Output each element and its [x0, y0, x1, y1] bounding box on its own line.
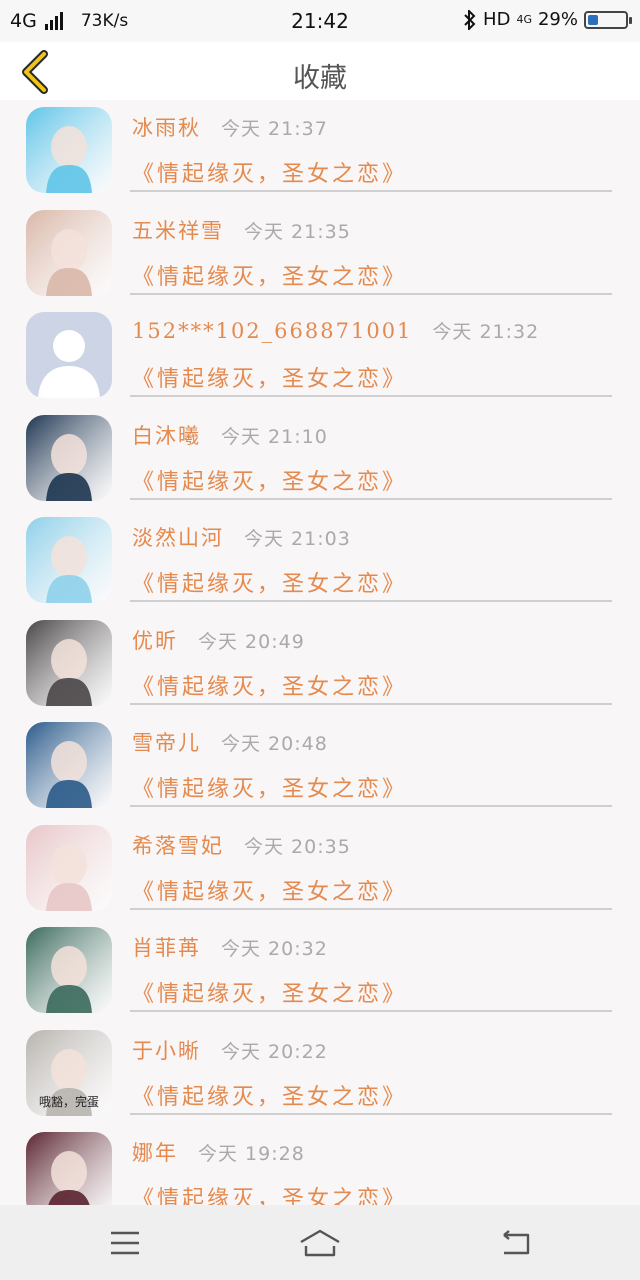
battery-icon — [584, 10, 632, 29]
favorites-list[interactable]: 冰雨秋 今天 21:37 《情起缘灭，圣女之恋》 五米祥雪 今天 21:35 《情起缘灭，… — [0, 100, 640, 1205]
avatar[interactable]: 哦豁，完蛋 — [26, 1029, 112, 1116]
user-name: 淡然山河 今天 21:03 — [132, 522, 351, 552]
avatar[interactable] — [26, 107, 112, 193]
status-bar: 4G 73K/s 21:42 HD 4G 29% — [0, 0, 640, 42]
avatar[interactable] — [26, 927, 112, 1013]
user-name-text: 152***102_668871001 — [132, 319, 413, 343]
user-name: 优昕 今天 20:49 — [132, 625, 305, 655]
favorite-title[interactable]: 《情起缘灭，圣女之恋》 — [132, 1079, 407, 1111]
list-item[interactable]: 优昕 今天 20:49 《情起缘灭，圣女之恋》 — [0, 613, 640, 716]
favorite-title[interactable]: 《情起缘灭，圣女之恋》 — [132, 566, 407, 598]
menu-button[interactable] — [103, 1225, 147, 1261]
user-name: 娜年 今天 19:28 — [132, 1137, 305, 1167]
avatar[interactable] — [26, 517, 112, 603]
favorite-time: 今天 19:28 — [198, 1143, 305, 1165]
favorite-title[interactable]: 《情起缘灭，圣女之恋》 — [132, 874, 407, 906]
list-item[interactable]: 淡然山河 今天 21:03 《情起缘灭，圣女之恋》 — [0, 510, 640, 613]
back-nav-button[interactable] — [493, 1225, 537, 1261]
favorite-time: 今天 21:10 — [221, 425, 328, 448]
favorite-time: 今天 21:35 — [244, 220, 351, 243]
list-item[interactable]: 冰雨秋 今天 21:37 《情起缘灭，圣女之恋》 — [0, 100, 640, 203]
avatar[interactable] — [26, 414, 112, 501]
home-button[interactable] — [298, 1225, 342, 1261]
favorite-time: 今天 20:35 — [244, 835, 351, 858]
divider — [130, 292, 612, 295]
user-name-text: 优昕 — [132, 628, 178, 653]
favorite-title[interactable]: 《情起缘灭，圣女之恋》 — [132, 156, 407, 188]
back-arrow-icon — [503, 1230, 530, 1255]
list-item[interactable]: 希落雪妃 今天 20:35 《情起缘灭，圣女之恋》 — [0, 818, 640, 921]
navigation-bar — [0, 1205, 640, 1280]
user-name-text: 希落雪妃 — [132, 833, 224, 858]
list-item[interactable]: 娜年 今天 19:28 《情起缘灭，圣女之恋》 — [0, 1125, 640, 1205]
user-name: 于小晰 今天 20:22 — [132, 1035, 328, 1065]
list-item[interactable]: 雪帝儿 今天 20:48 《情起缘灭，圣女之恋》 — [0, 715, 640, 818]
user-name: 雪帝儿 今天 20:48 — [132, 727, 328, 757]
avatar[interactable] — [26, 312, 112, 398]
divider — [130, 1112, 612, 1115]
avatar-caption: 哦豁，完蛋 — [38, 1094, 99, 1109]
favorite-time: 今天 20:49 — [198, 630, 305, 653]
avatar[interactable] — [26, 722, 112, 808]
divider — [130, 395, 612, 397]
user-name-text: 于小晰 — [132, 1038, 201, 1063]
list-item[interactable]: 哦豁，完蛋 于小晰 今天 20:22 《情起缘灭，圣女之恋》 — [0, 1023, 640, 1126]
user-name-text: 娜年 — [132, 1141, 178, 1165]
favorite-title[interactable]: 《情起缘灭，圣女之恋》 — [132, 669, 407, 701]
user-name-text: 冰雨秋 — [132, 116, 201, 140]
user-name-text: 淡然山河 — [132, 526, 224, 550]
favorite-title[interactable]: 《情起缘灭，圣女之恋》 — [132, 259, 407, 291]
user-name: 肖菲苒 今天 20:32 — [132, 932, 328, 962]
divider — [130, 497, 612, 500]
divider — [130, 702, 612, 705]
network-small-label: 4G — [516, 13, 532, 26]
user-name-text: 五米祥雪 — [132, 218, 224, 243]
favorite-time: 今天 21:03 — [244, 528, 351, 550]
favorite-title[interactable]: 《情起缘灭，圣女之恋》 — [132, 1181, 407, 1205]
favorite-time: 今天 21:37 — [221, 118, 328, 140]
divider — [130, 805, 612, 807]
header: 收藏 — [0, 42, 640, 100]
favorite-time: 今天 20:32 — [221, 938, 328, 960]
list-item[interactable]: 白沐曦 今天 21:10 《情起缘灭，圣女之恋》 — [0, 408, 640, 511]
user-name: 152***102_668871001 今天 21:32 — [132, 317, 539, 344]
list-item[interactable]: 肖菲苒 今天 20:32 《情起缘灭，圣女之恋》 — [0, 920, 640, 1023]
user-name: 希落雪妃 今天 20:35 — [132, 830, 351, 860]
user-name-text: 白沐曦 — [132, 423, 201, 448]
avatar[interactable] — [26, 209, 112, 296]
avatar[interactable] — [26, 1132, 112, 1205]
favorite-title[interactable]: 《情起缘灭，圣女之恋》 — [132, 771, 407, 803]
bluetooth-icon — [464, 9, 476, 30]
hd-label: HD — [483, 9, 511, 30]
user-name: 白沐曦 今天 21:10 — [132, 420, 328, 450]
divider — [130, 600, 612, 602]
status-right: HD 4G 29% — [463, 9, 632, 30]
menu-icon — [111, 1231, 139, 1255]
divider — [130, 907, 612, 910]
user-name-text: 雪帝儿 — [132, 731, 201, 755]
favorite-time: 今天 21:32 — [432, 321, 540, 343]
avatar[interactable] — [26, 824, 112, 911]
avatar[interactable] — [26, 619, 112, 706]
divider — [130, 190, 612, 192]
favorite-time: 今天 20:22 — [221, 1040, 328, 1063]
page-title: 收藏 — [293, 63, 347, 94]
favorite-title[interactable]: 《情起缘灭，圣女之恋》 — [132, 361, 407, 393]
favorite-title[interactable]: 《情起缘灭，圣女之恋》 — [132, 976, 407, 1008]
user-name: 五米祥雪 今天 21:35 — [132, 215, 351, 245]
list-item[interactable]: 152***102_668871001 今天 21:32 《情起缘灭，圣女之恋》 — [0, 305, 640, 408]
home-icon — [300, 1229, 340, 1257]
favorite-title[interactable]: 《情起缘灭，圣女之恋》 — [132, 464, 407, 496]
favorite-time: 今天 20:48 — [221, 733, 328, 755]
user-name: 冰雨秋 今天 21:37 — [132, 112, 328, 142]
divider — [130, 1010, 612, 1012]
user-name-text: 肖菲苒 — [132, 936, 201, 960]
battery-percent: 29% — [537, 9, 578, 30]
list-item[interactable]: 五米祥雪 今天 21:35 《情起缘灭，圣女之恋》 — [0, 203, 640, 306]
